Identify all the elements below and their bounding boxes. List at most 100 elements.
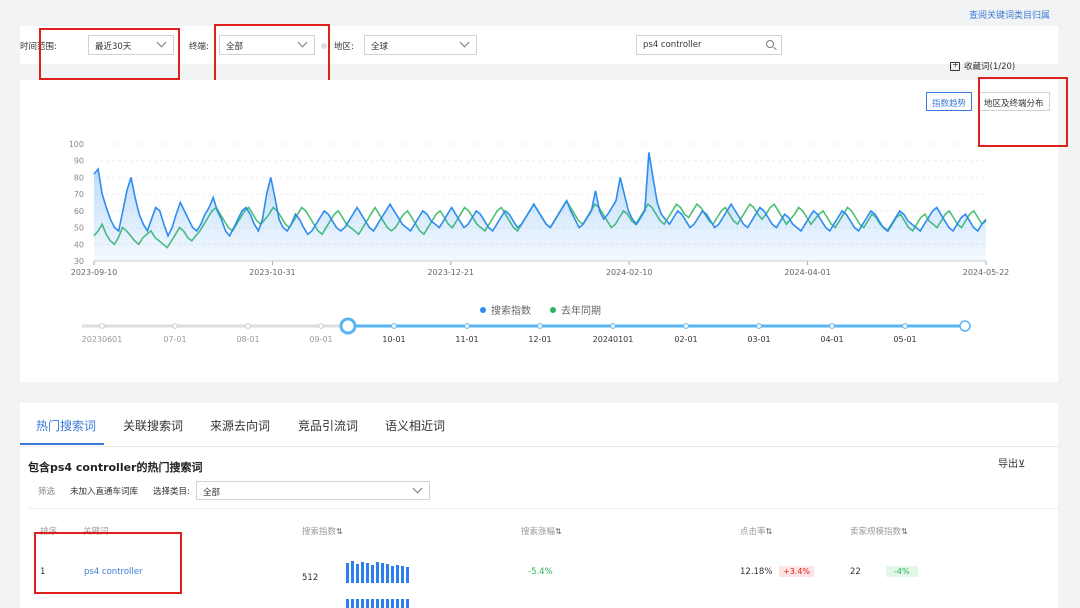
active-tab-indicator (20, 443, 104, 445)
keywords-panel: 热门搜索词 关联搜索词 来源去向词 竞品引流词 语义相近词 包含ps4 cont… (20, 403, 1058, 608)
x-tick-label: 2023-09-10 (71, 268, 118, 277)
legend-label: 去年同期 (561, 304, 601, 317)
mini-bar (386, 564, 389, 583)
header-search-index[interactable]: 搜索指数⇅ (302, 525, 343, 537)
timeline-dot (391, 323, 397, 329)
y-tick-label: 40 (74, 240, 84, 249)
timeline-label: 05-01 (893, 335, 916, 344)
mini-bar (356, 599, 359, 608)
mini-bar (396, 565, 399, 583)
info-dot-icon (321, 43, 327, 49)
favorites-button[interactable]: 收藏词(1/20) (950, 60, 1015, 72)
legend-marker (480, 307, 486, 313)
seller-change-badge: -4% (886, 566, 918, 577)
timeline-label: 03-01 (747, 335, 770, 344)
header-ctr[interactable]: 点击率⇅ (740, 525, 772, 537)
mini-bar (361, 562, 364, 583)
row-keyword-link[interactable]: ps4 controller (84, 567, 142, 577)
ctr-change-badge: +3.4% (779, 566, 815, 577)
timeline-dot (99, 323, 105, 329)
mini-bar-chart (346, 559, 409, 583)
time-range-value: 最近30天 (95, 42, 132, 52)
timeline-dot (318, 323, 324, 329)
y-tick-label: 70 (74, 190, 84, 199)
filter-bar: 时间范围: 最近30天 终端: 全部 地区: 全球 ps4 controller (20, 26, 1058, 64)
x-tick-label: 2023-10-31 (249, 268, 296, 277)
section-title: 包含ps4 controller的热门搜索词 (28, 461, 203, 474)
time-range-select[interactable]: 最近30天 (88, 35, 174, 55)
chevron-down-icon (459, 37, 470, 48)
trend-chart-card: 30 40 50 60 70 80 90 100 2023-09-10 2023-10-31 202… (20, 80, 1058, 382)
category-lookup-link[interactable]: 查阅关键词类目归属 (969, 8, 1050, 21)
header-seller-scale[interactable]: 卖家规模指数⇅ (850, 525, 908, 537)
timeline-dot (172, 323, 178, 329)
add-folder-icon (950, 60, 960, 71)
y-tick-label: 60 (74, 207, 84, 216)
trend-view-button[interactable]: 指数趋势 (926, 92, 973, 111)
series-area (94, 152, 986, 261)
chevron-down-icon (412, 483, 423, 494)
keyword-search-input[interactable]: ps4 controller (636, 35, 782, 55)
chevron-down-icon (297, 37, 308, 48)
not-added-filter[interactable]: 未加入直通车词库 (70, 485, 138, 497)
timeline-label: 10-01 (382, 335, 405, 344)
timeline-label: 20230601 (82, 335, 123, 344)
export-button[interactable]: 导出⊻ (998, 455, 1025, 470)
region-value: 全球 (371, 42, 389, 52)
divider (20, 446, 1058, 447)
terminal-select[interactable]: 全部 (219, 35, 315, 55)
tab-hot-keywords[interactable]: 热门搜索词 (36, 417, 96, 434)
mini-bar-chart (346, 599, 409, 608)
search-icon[interactable] (766, 40, 774, 48)
header-search-growth[interactable]: 搜索涨幅⇅ (521, 525, 562, 537)
row-search-growth: -5.4% (528, 567, 553, 577)
tab-related-keywords[interactable]: 关联搜索词 (123, 417, 183, 434)
y-tick-label: 80 (74, 173, 84, 182)
legend-label: 搜索指数 (491, 304, 531, 317)
sort-icon[interactable]: ⇅ (555, 527, 562, 536)
timeline-start-handle[interactable] (339, 317, 357, 335)
mini-bar (376, 562, 379, 583)
timeline-label: 11-01 (455, 335, 478, 344)
row-search-index: 512 (302, 573, 319, 583)
mini-bar (356, 564, 359, 583)
region-view-button[interactable]: 地区及终端分布 (978, 92, 1050, 111)
mini-bar (406, 599, 409, 608)
timeline-label: 04-01 (820, 335, 843, 344)
timeline-dot (902, 323, 908, 329)
y-tick-label: 100 (69, 140, 84, 149)
tab-semantic-keywords[interactable]: 语义相近词 (385, 417, 445, 434)
mini-bar (351, 561, 354, 583)
timeline-dot (683, 323, 689, 329)
tab-source-keywords[interactable]: 来源去向词 (210, 417, 270, 434)
sort-icon[interactable]: ⇅ (766, 527, 773, 536)
timeline-label: 08-01 (236, 335, 259, 344)
x-tick-label: 2024-02-10 (606, 268, 653, 277)
mini-bar (371, 565, 374, 583)
mini-bar (381, 563, 384, 583)
mini-bar (381, 599, 384, 608)
y-tick-label: 50 (74, 224, 84, 233)
mini-bar (361, 599, 364, 608)
mini-bar (376, 599, 379, 608)
sort-icon[interactable]: ⇅ (901, 527, 908, 536)
y-tick-label: 90 (74, 157, 84, 166)
mini-bar (346, 599, 349, 608)
region-select[interactable]: 全球 (364, 35, 477, 55)
region-label: 地区: (334, 42, 354, 52)
mini-bar (366, 599, 369, 608)
mini-bar (391, 566, 394, 583)
mini-bar (391, 599, 394, 608)
header-rank: 排序 (40, 527, 58, 537)
timeline-end-handle[interactable] (959, 320, 971, 332)
filter-label: 筛选 (38, 487, 56, 497)
mini-bar (346, 563, 349, 583)
category-select[interactable]: 全部 (196, 481, 430, 500)
category-value: 全部 (203, 488, 221, 498)
sort-icon[interactable]: ⇅ (336, 527, 343, 536)
timeline-label: 02-01 (674, 335, 697, 344)
x-tick-label: 2024-05-22 (963, 268, 1010, 277)
timeline-label: 09-01 (309, 335, 332, 344)
tab-competitor-keywords[interactable]: 竞品引流词 (298, 417, 358, 434)
row-rank: 1 (40, 567, 46, 577)
